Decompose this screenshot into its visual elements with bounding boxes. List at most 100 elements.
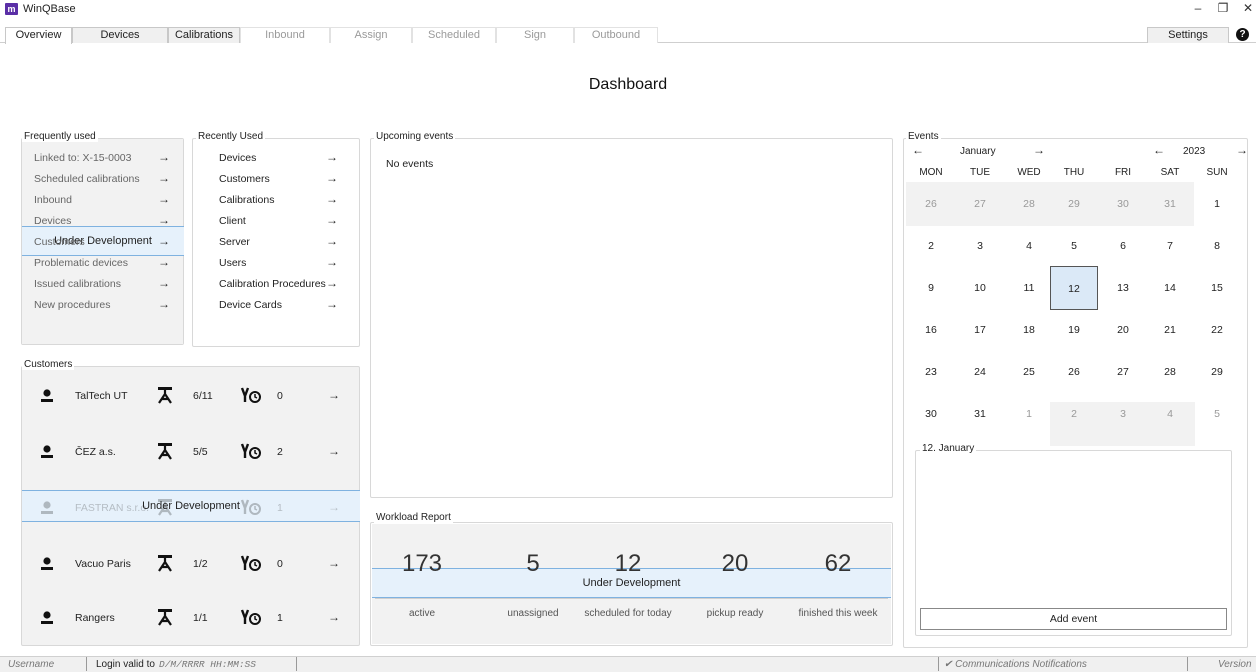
recently-used-item[interactable]: Users xyxy=(219,257,246,278)
settings-button[interactable]: Settings xyxy=(1147,27,1229,43)
tab-scheduled[interactable]: Scheduled xyxy=(412,27,496,43)
calendar-day[interactable]: 27 xyxy=(956,182,1004,226)
calendar-day[interactable]: 11 xyxy=(1005,266,1053,310)
frequently-used-item[interactable]: New procedures xyxy=(34,299,110,320)
next-month-arrow-right-icon[interactable]: → xyxy=(1033,143,1045,157)
calendar-day[interactable]: 3 xyxy=(956,224,1004,268)
recently-used-item[interactable]: Calibrations xyxy=(219,194,274,215)
calendar-day[interactable]: 29 xyxy=(1193,350,1241,394)
calendar-day[interactable]: 31 xyxy=(1146,182,1194,226)
arrow-right-icon[interactable]: → xyxy=(328,500,340,514)
customer-name[interactable]: FASTRAN s.r.o. xyxy=(75,502,149,514)
calendar-day[interactable]: 16 xyxy=(907,308,955,352)
calendar-day[interactable]: 19 xyxy=(1050,308,1098,352)
frequently-used-item[interactable]: Scheduled calibrations xyxy=(34,173,140,194)
calendar-day[interactable]: 15 xyxy=(1193,266,1241,310)
frequently-used-item[interactable]: Inbound xyxy=(34,194,72,215)
restore-button[interactable]: ❐ xyxy=(1212,1,1234,16)
arrow-right-icon[interactable]: → xyxy=(328,610,340,624)
calendar-day[interactable]: 20 xyxy=(1099,308,1147,352)
frequently-used-item[interactable]: Customers xyxy=(34,236,85,257)
help-icon[interactable]: ? xyxy=(1236,28,1249,41)
calendar-day[interactable]: 26 xyxy=(1050,350,1098,394)
customer-name[interactable]: TalTech UT xyxy=(75,390,128,402)
tab-devices[interactable]: Devices xyxy=(72,27,168,43)
arrow-right-icon[interactable]: → xyxy=(158,234,170,248)
calendar-day[interactable]: 31 xyxy=(956,392,1004,436)
calendar-day[interactable]: 9 xyxy=(907,266,955,310)
calendar-day[interactable]: 23 xyxy=(907,350,955,394)
calendar-day[interactable]: 28 xyxy=(1146,350,1194,394)
minimize-button[interactable]: – xyxy=(1187,1,1209,16)
calendar-day[interactable]: 27 xyxy=(1099,350,1147,394)
customer-name[interactable]: Vacuo Paris xyxy=(75,558,131,570)
calendar-day[interactable]: 21 xyxy=(1146,308,1194,352)
calendar-day[interactable]: 7 xyxy=(1146,224,1194,268)
calendar-day[interactable]: 28 xyxy=(1005,182,1053,226)
arrow-right-icon[interactable]: → xyxy=(326,297,338,311)
tab-assign[interactable]: Assign xyxy=(330,27,412,43)
calendar-day[interactable]: 2 xyxy=(907,224,955,268)
calendar-day[interactable]: 30 xyxy=(907,392,955,436)
customer-name[interactable]: Rangers xyxy=(75,612,115,624)
arrow-right-icon[interactable]: → xyxy=(158,171,170,185)
prev-month-arrow-left-icon[interactable]: ← xyxy=(912,143,924,157)
frequently-used-item[interactable]: Issued calibrations xyxy=(34,278,121,299)
tab-sign[interactable]: Sign xyxy=(496,27,574,43)
arrow-right-icon[interactable]: → xyxy=(158,255,170,269)
calendar-day[interactable]: 24 xyxy=(956,350,1004,394)
calendar-day[interactable]: 3 xyxy=(1099,392,1147,436)
frequently-used-item[interactable]: Problematic devices xyxy=(34,257,128,278)
arrow-right-icon[interactable]: → xyxy=(326,255,338,269)
frequently-used-item[interactable]: Linked to: X-15-0003 xyxy=(34,152,131,173)
arrow-right-icon[interactable]: → xyxy=(326,150,338,164)
arrow-right-icon[interactable]: → xyxy=(158,276,170,290)
calendar-day[interactable]: 22 xyxy=(1193,308,1241,352)
tab-calibrations[interactable]: Calibrations xyxy=(168,27,240,43)
calendar-day[interactable]: 14 xyxy=(1146,266,1194,310)
tab-inbound[interactable]: Inbound xyxy=(240,27,330,43)
next-year-arrow-right-icon[interactable]: → xyxy=(1236,143,1248,157)
calendar-day[interactable]: 5 xyxy=(1050,224,1098,268)
recently-used-item[interactable]: Calibration Procedures xyxy=(219,278,326,299)
notifications-status[interactable]: ✔ Communications Notifications xyxy=(944,659,1087,670)
arrow-right-icon[interactable]: → xyxy=(326,213,338,227)
tab-overview[interactable]: Overview xyxy=(5,27,72,44)
arrow-right-icon[interactable]: → xyxy=(326,276,338,290)
arrow-right-icon[interactable]: → xyxy=(326,192,338,206)
calendar-day[interactable]: 10 xyxy=(956,266,1004,310)
add-event-button[interactable]: Add event xyxy=(920,608,1227,630)
calendar-day[interactable]: 1 xyxy=(1193,182,1241,226)
arrow-right-icon[interactable]: → xyxy=(326,234,338,248)
arrow-right-icon[interactable]: → xyxy=(328,556,340,570)
frequently-used-item[interactable]: Devices xyxy=(34,215,71,236)
recently-used-item[interactable]: Customers xyxy=(219,173,270,194)
recently-used-item[interactable]: Device Cards xyxy=(219,299,282,320)
calendar-day[interactable]: 17 xyxy=(956,308,1004,352)
calendar-day[interactable]: 4 xyxy=(1005,224,1053,268)
calendar-day[interactable]: 4 xyxy=(1146,392,1194,436)
calendar-day[interactable]: 18 xyxy=(1005,308,1053,352)
arrow-right-icon[interactable]: → xyxy=(328,444,340,458)
arrow-right-icon[interactable]: → xyxy=(328,388,340,402)
recently-used-item[interactable]: Devices xyxy=(219,152,256,173)
recently-used-item[interactable]: Server xyxy=(219,236,250,257)
calendar-day[interactable]: 5 xyxy=(1193,392,1241,436)
close-button[interactable]: ✕ xyxy=(1237,1,1256,16)
calendar-day[interactable]: 30 xyxy=(1099,182,1147,226)
arrow-right-icon[interactable]: → xyxy=(158,150,170,164)
calendar-day[interactable]: 8 xyxy=(1193,224,1241,268)
calendar-day[interactable]: 25 xyxy=(1005,350,1053,394)
calendar-day[interactable]: 6 xyxy=(1099,224,1147,268)
calendar-day[interactable]: 26 xyxy=(907,182,955,226)
calendar-day-selected[interactable]: 12 xyxy=(1050,266,1098,310)
arrow-right-icon[interactable]: → xyxy=(158,297,170,311)
arrow-right-icon[interactable]: → xyxy=(158,192,170,206)
arrow-right-icon[interactable]: → xyxy=(326,171,338,185)
tab-outbound[interactable]: Outbound xyxy=(574,27,658,43)
calendar-day[interactable]: 2 xyxy=(1050,392,1098,436)
prev-year-arrow-left-icon[interactable]: ← xyxy=(1153,143,1165,157)
arrow-right-icon[interactable]: → xyxy=(158,213,170,227)
calendar-day[interactable]: 13 xyxy=(1099,266,1147,310)
calendar-day[interactable]: 1 xyxy=(1005,392,1053,436)
